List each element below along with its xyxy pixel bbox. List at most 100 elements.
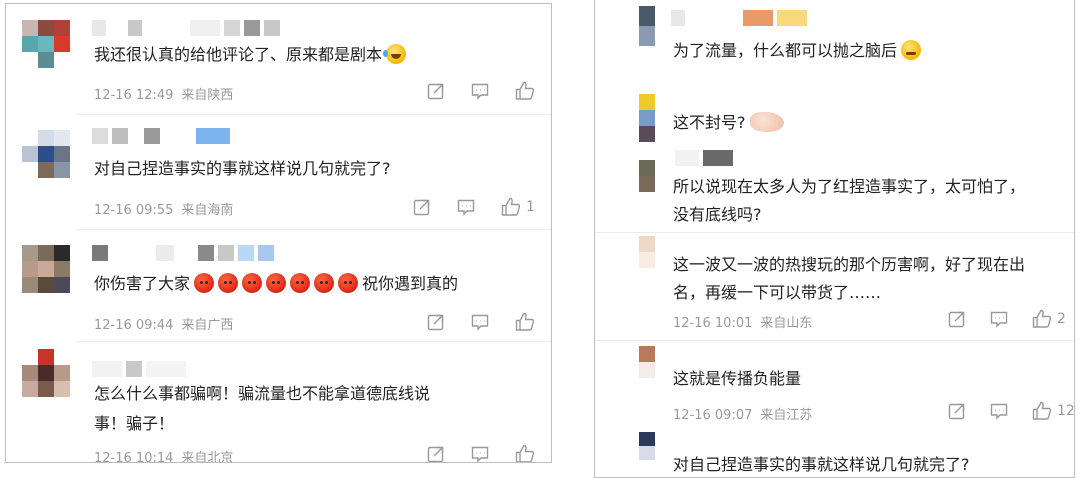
like-button[interactable] <box>514 80 540 102</box>
thumbs-up-icon <box>1032 401 1052 420</box>
comment-location: 来自江苏 <box>760 408 813 423</box>
share-button[interactable] <box>947 401 967 421</box>
comment-text: 你伤害了大家 祝你遇到真的 <box>94 271 458 297</box>
comment-button[interactable] <box>456 197 476 217</box>
comment-text-content: 这不封号? <box>673 113 746 132</box>
comment-location: 来自广西 <box>181 318 234 333</box>
comment-item: 这一波又一波的热搜玩的那个历害啊，好了现在出 名，再缓一下可以带货了…… 12-… <box>595 232 1074 340</box>
comment-button[interactable] <box>470 312 490 332</box>
comment-location: 来自北京 <box>181 451 234 463</box>
like-count: 12 <box>1057 403 1075 419</box>
comment-text-line: 事！骗子！ <box>94 414 175 433</box>
comment-list-right: 为了流量，什么都可以抛之脑后 这不封号? 所以说现在太多人为了红捏造事实了，太可… <box>594 0 1075 478</box>
avatar[interactable] <box>22 20 70 68</box>
comment-date: 12-16 12:49 <box>94 88 174 103</box>
share-button[interactable] <box>947 309 967 329</box>
comment-meta: 12-16 09:44 来自广西 <box>94 314 233 333</box>
like-button[interactable] <box>514 311 540 333</box>
comment-actions <box>426 443 540 462</box>
angry-face-emoji <box>266 273 287 293</box>
comment-text-content: 对自己捏造事实的事就这样说几句就完了? <box>673 455 970 474</box>
avatar[interactable] <box>623 6 671 66</box>
comment-text-content: 你伤害了大家 <box>94 274 191 293</box>
comment-meta: 12-16 09:55 来自海南 <box>94 199 233 218</box>
like-button[interactable] <box>514 443 540 462</box>
share-icon <box>427 446 444 462</box>
comment-date: 12-16 10:14 <box>94 451 174 463</box>
comment-icon <box>471 83 489 100</box>
comment-meta: 12-16 09:07 来自江苏 <box>673 404 812 423</box>
share-button[interactable] <box>412 197 432 217</box>
comment-item: 对自己捏造事实的事就这样说几句就完了? 12-16 09:55 来自海南 1 <box>6 114 551 229</box>
share-icon <box>948 403 965 420</box>
comment-button[interactable] <box>989 401 1009 421</box>
avatar[interactable] <box>623 160 671 208</box>
comment-button[interactable] <box>989 309 1009 329</box>
thumbs-up-icon <box>501 197 521 216</box>
comment-text: 这不封号? <box>673 110 784 136</box>
username-blurred[interactable] <box>671 10 807 26</box>
share-icon <box>427 314 444 331</box>
comment-actions <box>426 80 540 102</box>
comment-text-content: 对自己捏造事实的事就这样说几句就完了? <box>94 159 391 178</box>
angry-face-emoji <box>194 273 215 293</box>
comment-text: 对自己捏造事实的事就这样说几句就完了? <box>673 452 970 477</box>
comment-icon <box>471 446 489 462</box>
comment-text-content: 这就是传播负能量 <box>673 369 802 388</box>
like-button[interactable]: 2 <box>1031 308 1066 330</box>
share-button[interactable] <box>426 81 446 101</box>
thumbs-up-icon <box>1032 309 1052 328</box>
avatar[interactable] <box>623 432 671 477</box>
comment-icon <box>990 311 1008 328</box>
comment-text-line: 没有底线吗? <box>673 205 762 224</box>
avatar[interactable] <box>22 349 70 397</box>
avatar[interactable] <box>623 346 671 394</box>
comment-date: 12-16 10:01 <box>673 316 753 331</box>
share-icon <box>427 83 444 100</box>
username-blurred[interactable] <box>92 20 280 36</box>
comment-actions: 1 <box>412 196 535 218</box>
comment-icon <box>990 403 1008 420</box>
avatar[interactable] <box>623 236 671 284</box>
comment-meta: 12-16 10:01 来自山东 <box>673 312 812 331</box>
comment-text: 所以说现在太多人为了红捏造事实了，太可怕了， 没有底线吗? <box>673 174 1025 228</box>
like-button[interactable]: 12 <box>1031 400 1075 422</box>
blurred-sticker <box>749 112 784 132</box>
comment-item: 这不封号? <box>595 88 1074 166</box>
share-button[interactable] <box>426 312 446 332</box>
username-blurred[interactable] <box>92 361 186 377</box>
comment-button[interactable] <box>470 81 490 101</box>
like-button[interactable]: 1 <box>500 196 535 218</box>
comment-item: 你伤害了大家 祝你遇到真的 12-16 09:44 来自广西 <box>6 229 551 341</box>
thinking-face-emoji <box>901 40 922 60</box>
comment-text: 为了流量，什么都可以抛之脑后 <box>673 38 922 64</box>
angry-face-emoji <box>290 273 311 293</box>
avatar[interactable] <box>22 130 70 178</box>
comment-date: 12-16 09:55 <box>94 203 174 218</box>
comment-item: 为了流量，什么都可以抛之脑后 <box>595 0 1074 78</box>
comment-actions: 2 <box>947 308 1066 330</box>
comment-text-line: 名，再缓一下可以带货了…… <box>673 283 882 302</box>
avatar[interactable] <box>22 245 70 293</box>
comment-text: 这就是传播负能量 <box>673 366 801 392</box>
comment-actions <box>426 311 540 333</box>
username-blurred[interactable] <box>92 128 230 144</box>
comment-text: 怎么什么事都骗啊！骗流量也不能拿道德底线说 事！骗子！ <box>94 381 430 437</box>
share-button[interactable] <box>426 444 446 462</box>
comment-meta: 12-16 12:49 来自陕西 <box>94 84 233 103</box>
comment-date: 12-16 09:44 <box>94 318 174 333</box>
comment-text: 这一波又一波的热搜玩的那个历害啊，好了现在出 名，再缓一下可以带货了…… <box>673 252 1025 306</box>
share-icon <box>413 199 430 216</box>
comment-text: 对自己捏造事实的事就这样说几句就完了? <box>94 156 391 182</box>
angry-face-emoji <box>218 273 239 293</box>
comment-item: 怎么什么事都骗啊！骗流量也不能拿道德底线说 事！骗子！ 12-16 10:14 来… <box>6 341 551 463</box>
thumbs-up-icon <box>515 444 535 462</box>
comment-button[interactable] <box>470 444 490 462</box>
avatar[interactable] <box>623 94 671 142</box>
comment-item: 对自己捏造事实的事就这样说几句就完了? <box>595 428 1074 477</box>
comment-item: 我还很认真的给他评论了、原来都是剧本 12-16 12:49 来自陕西 <box>6 4 551 114</box>
username-blurred[interactable] <box>92 245 274 261</box>
comment-text-content: 祝你遇到真的 <box>362 274 459 293</box>
angry-face-emoji <box>242 273 263 293</box>
comment-date: 12-16 09:07 <box>673 408 753 423</box>
